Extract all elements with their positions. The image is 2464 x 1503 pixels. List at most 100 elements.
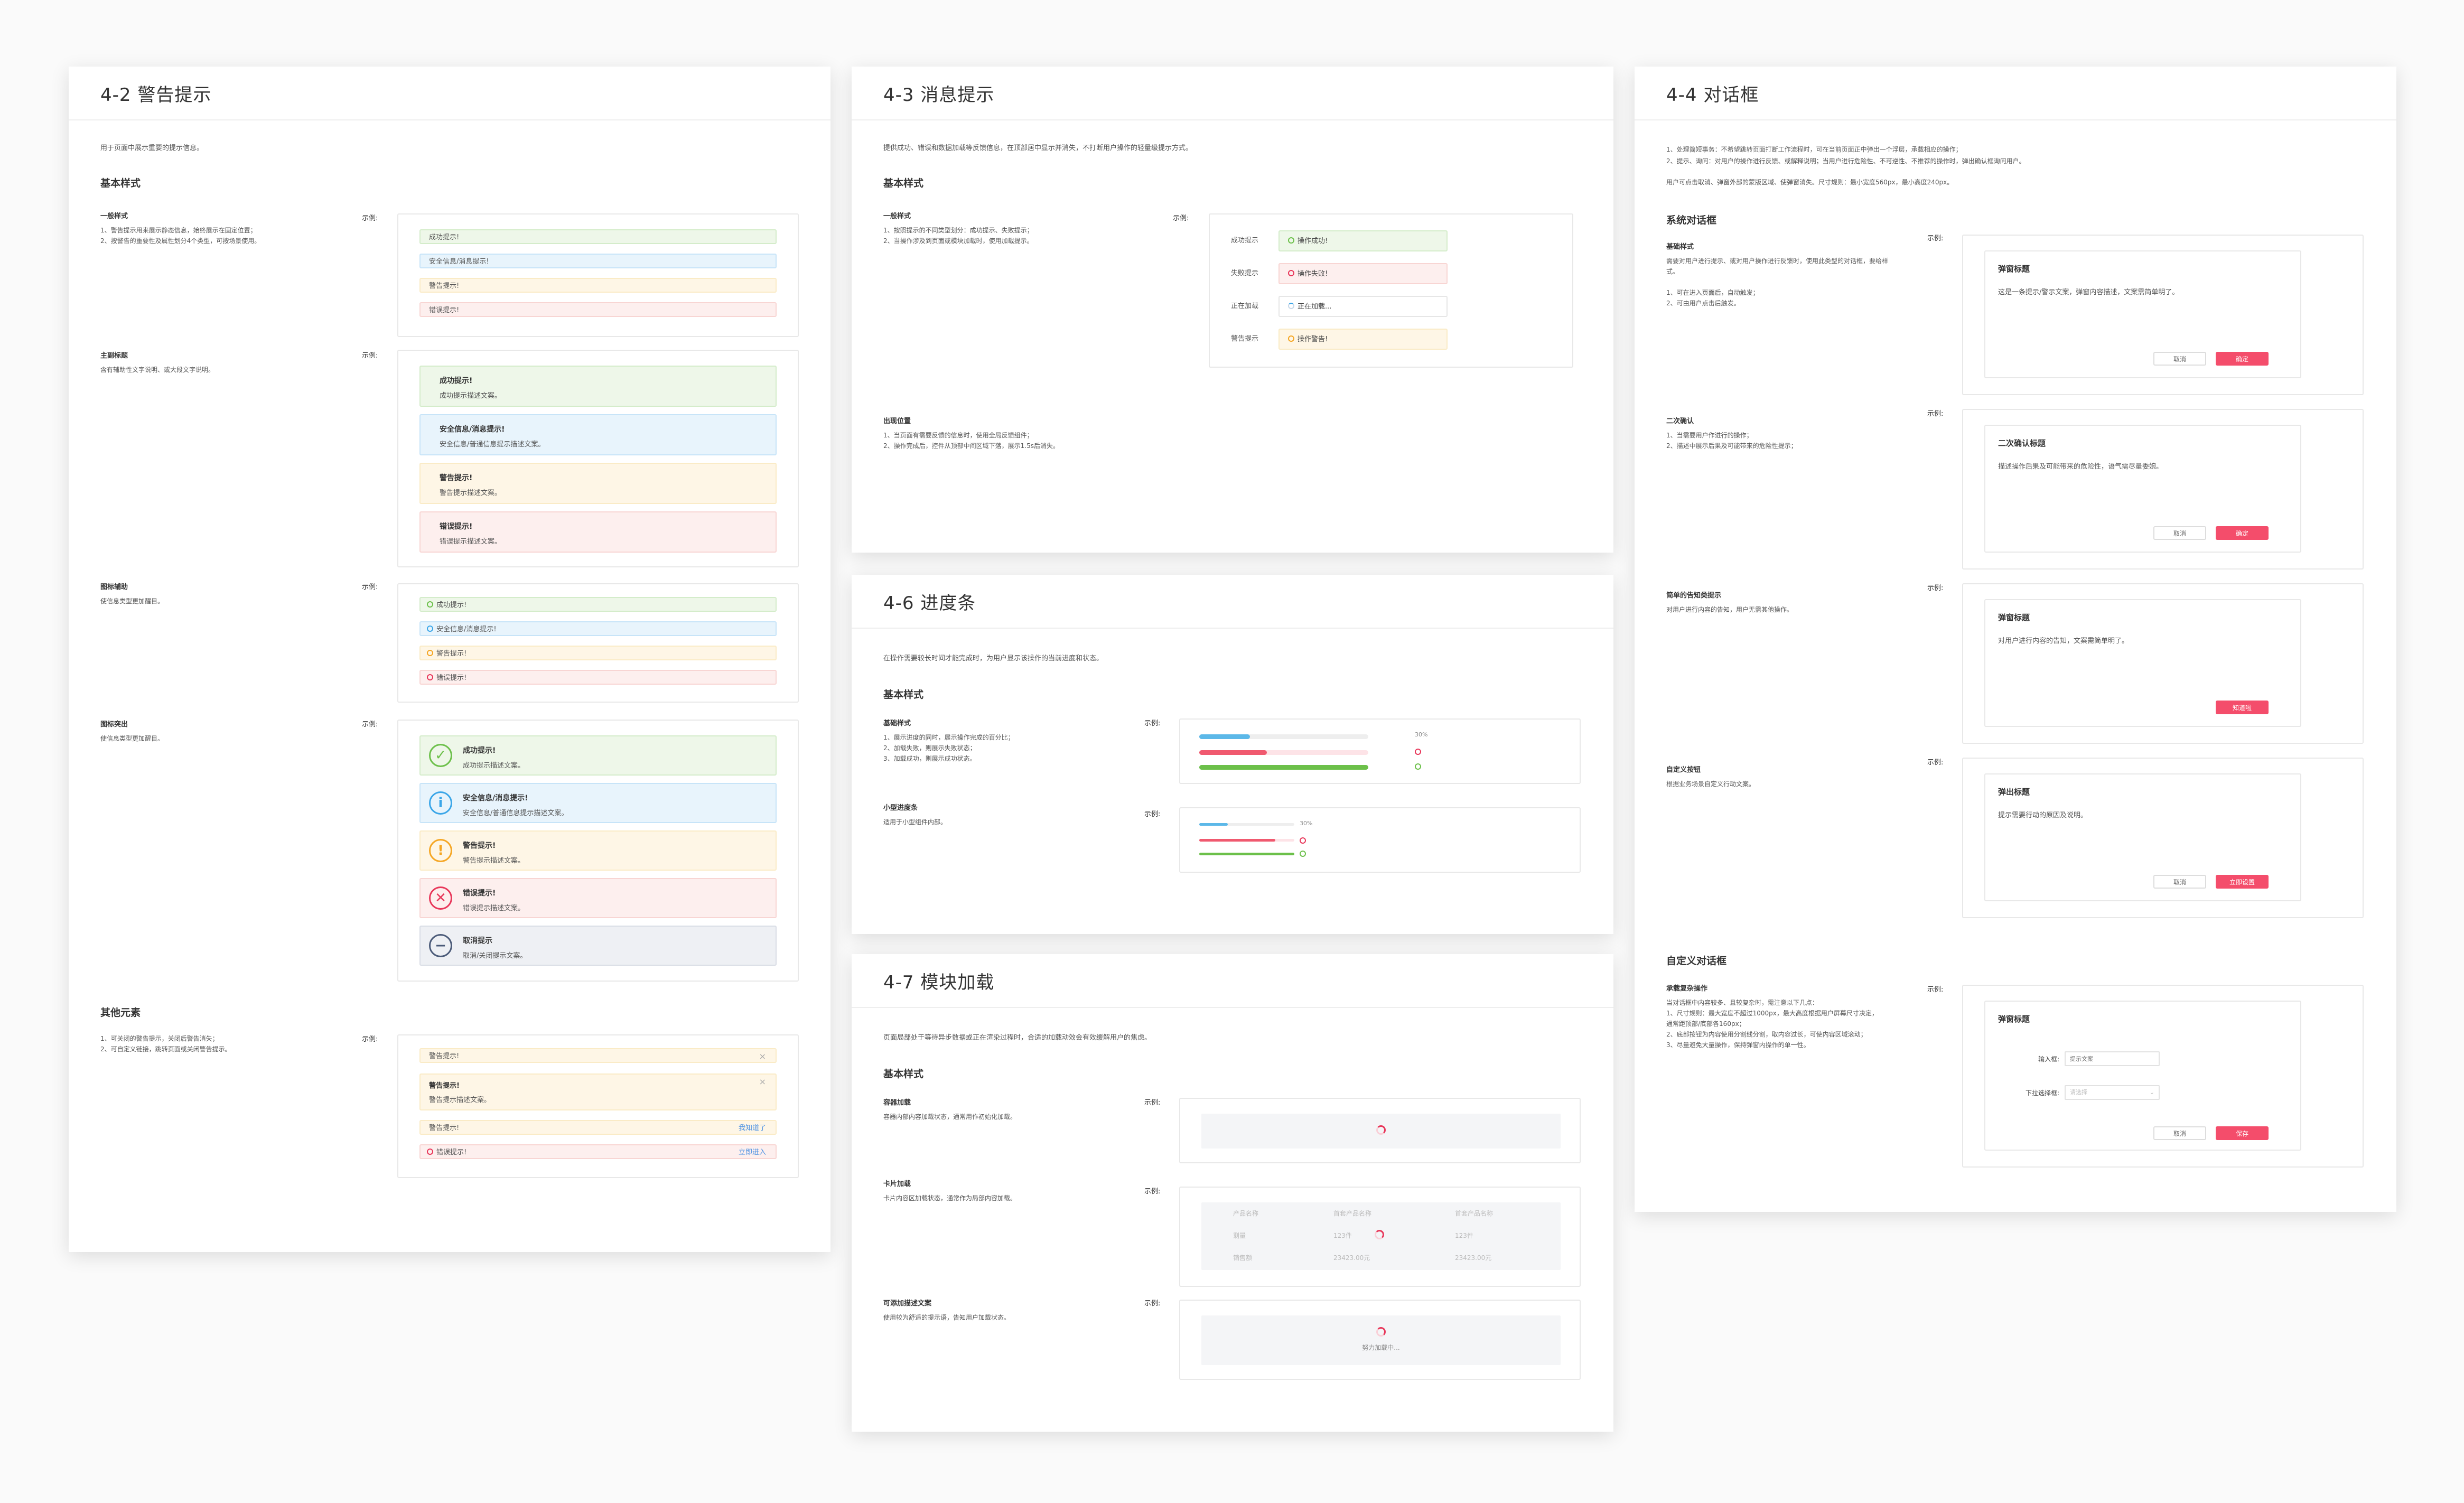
exclamation-icon: ! (429, 839, 452, 862)
spinner-icon (1376, 1125, 1386, 1135)
panel-progress: 4-6 进度条 在操作需要较长时间才能完成时，为用户显示该操作的当前进度和状态。… (852, 575, 1613, 934)
group-label: 一般样式 (100, 212, 128, 220)
dialog-title: 弹出标题 (1998, 787, 2030, 797)
group-label: 简单的告知类提示 (1666, 592, 1722, 600)
group-desc: 1、当页面有需要反馈的信息时，使用全局反馈组件； 2、操作完成后，控件从顶部中间… (883, 432, 1059, 450)
table-cell: 首套产品名称 (1333, 1210, 1372, 1217)
page-title: 4-7 模块加载 (883, 972, 995, 993)
page-title: 4-2 警告提示 (100, 85, 212, 106)
message-label: 失败提示 (1231, 269, 1259, 277)
got-it-link[interactable]: 我知道了 (739, 1121, 766, 1136)
progress-track (1199, 823, 1294, 826)
intro: 用户可点击取消、弹窗外部的蒙版区域、使弹窗消失。尺寸规则：最小宽度560px，最… (1666, 179, 1954, 186)
group-label: 图标突出 (100, 721, 128, 729)
alert-warning: ! 警告提示! 警告提示描述文案。 (419, 830, 777, 871)
progress-track (1199, 853, 1294, 855)
dialog-text: 描述操作后果及可能带来的危险性，语气需尽量委婉。 (1998, 463, 2163, 471)
alert-success: ✓ 成功提示! 成功提示描述文案。 (419, 735, 777, 776)
cancel-button[interactable]: 取消 (2153, 526, 2206, 540)
group-label: 图标辅助 (100, 583, 128, 591)
group-desc: 1、警告提示用来展示静态信息，始终展示在固定位置； 2、按警告的重要性及属性划分… (100, 227, 261, 245)
alert-cancel: − 取消提示 取消/关闭提示文案。 (419, 926, 777, 966)
dialog: 二次确认标题 描述操作后果及可能带来的危险性，语气需尽量委婉。 取消 确定 (1984, 425, 2301, 553)
field-label: 下拉选择框: (2025, 1089, 2059, 1097)
example-label: 示例: (1144, 1300, 1161, 1308)
got-it-button[interactable]: 知道啦 (2216, 701, 2269, 714)
group-desc: 含有辅助性文字说明、或大段文字说明。 (100, 366, 215, 374)
group-label: 基础样式 (1666, 243, 1694, 251)
dialog: 弹窗标题 输入框: 下拉选择框: 请选择⌄ 取消 保存 (1984, 1001, 2301, 1151)
spinner-icon (1376, 1327, 1386, 1337)
cancel-button[interactable]: 取消 (2153, 875, 2206, 889)
message-error: 操作失败! (1278, 263, 1448, 284)
page-title: 4-4 对话框 (1666, 85, 1759, 106)
cancel-button[interactable]: 取消 (2153, 1126, 2206, 1140)
divider (852, 628, 1613, 629)
warning-icon (427, 650, 433, 656)
message-label: 警告提示 (1231, 335, 1259, 343)
group-label: 主副标题 (100, 352, 128, 360)
example-box: 努力加载中... (1179, 1300, 1581, 1380)
alert-closable-desc: 警告提示! 警告提示描述文案。 × (419, 1073, 777, 1110)
progress-track (1199, 734, 1368, 739)
loading-icon (1288, 303, 1294, 309)
section-title: 基本样式 (883, 1068, 924, 1080)
cross-icon: ✕ (429, 886, 452, 910)
select-dropdown[interactable]: 请选择 ⌄ (2065, 1085, 2160, 1100)
group-desc: 使用较为舒适的提示语，告知用户加载状态。 (883, 1314, 1011, 1321)
progress-track (1199, 839, 1294, 842)
alert-success: 成功提示! (419, 229, 777, 244)
group-label: 自定义按钮 (1666, 766, 1701, 774)
alert-info: 安全信息/消息提示! (419, 621, 777, 636)
loading-text: 努力加载中... (1362, 1344, 1400, 1351)
example-box: 弹窗标题 对用户进行内容的告知，文案需简单明了。 知道啦 (1962, 583, 2364, 744)
enter-now-link[interactable]: 立即进入 (739, 1145, 766, 1160)
intro: 用于页面中展示重要的提示信息。 (100, 144, 204, 152)
close-icon[interactable]: × (759, 1049, 766, 1064)
table-cell: 剩量 (1233, 1232, 1246, 1239)
progress-fill (1199, 765, 1368, 770)
section-title: 基本样式 (883, 178, 924, 189)
close-icon[interactable]: × (759, 1077, 766, 1087)
alert-error: 错误提示! 错误提示描述文案。 (419, 511, 777, 553)
confirm-button[interactable]: 确定 (2216, 526, 2269, 540)
loading-container (1201, 1114, 1561, 1149)
spinner-icon (1375, 1230, 1384, 1239)
example-label: 示例: (1144, 1188, 1161, 1196)
error-icon (1288, 270, 1294, 276)
text-input[interactable] (2065, 1051, 2160, 1066)
group-desc: 1、按照提示的不同类型划分：成功提示、失败提示； 2、当操作涉及到页面或模块加载… (883, 227, 1033, 245)
group-desc: 卡片内容区加载状态，通常作为局部内容加载。 (883, 1194, 1017, 1202)
dialog: 弹窗标题 这是一条提示/警示文案，弹窗内容描述，文案需简单明了。 取消 确定 (1984, 250, 2301, 378)
group-label: 小型进度条 (883, 804, 918, 812)
example-box: 二次确认标题 描述操作后果及可能带来的危险性，语气需尽量委婉。 取消 确定 (1962, 409, 2364, 570)
group-desc: 1、展示进度的同时，展示操作完成的百分比； 2、加载失败，则展示失败状态； 3、… (883, 734, 1014, 762)
example-box: 成功提示 操作成功! 失败提示 操作失败! 正在加载 正在加载... 警告提示 … (1209, 213, 1573, 368)
group-label: 容器加载 (883, 1099, 911, 1107)
dialog-title: 二次确认标题 (1998, 438, 2046, 448)
intro: 提供成功、错误和数据加载等反馈信息，在顶部居中显示并消失，不打断用户操作的轻量级… (883, 144, 1193, 152)
page-title: 4-6 进度条 (883, 593, 976, 614)
table-cell: 23423.00元 (1333, 1254, 1370, 1262)
save-button[interactable]: 保存 (2216, 1126, 2269, 1140)
loading-card: 产品名称 首套产品名称 首套产品名称 剩量 123件 123件 销售额 2342… (1201, 1202, 1561, 1270)
table-cell: 123件 (1455, 1232, 1473, 1239)
cancel-button[interactable]: 取消 (2153, 352, 2206, 366)
example-label: 示例: (362, 1035, 378, 1043)
progress-track (1199, 765, 1368, 770)
section-title: 自定义对话框 (1666, 955, 1727, 967)
info-icon: i (429, 791, 452, 815)
group-desc: 使信息类型更加醒目。 (100, 598, 164, 605)
set-now-button[interactable]: 立即设置 (2216, 875, 2269, 889)
success-icon (1288, 237, 1294, 244)
group-label: 承载复杂操作 (1666, 985, 1708, 993)
error-icon (1300, 837, 1306, 844)
divider (852, 1007, 1613, 1008)
alert-warning: 警告提示! 警告提示描述文案。 (419, 463, 777, 504)
example-box: 弹窗标题 输入框: 下拉选择框: 请选择⌄ 取消 保存 (1962, 985, 2364, 1168)
panel-dialog: 4-4 对话框 1、处理简短事务：不希望跳转页面打断工作流程时，可在当前页面正中… (1635, 67, 2396, 1212)
confirm-button[interactable]: 确定 (2216, 352, 2269, 366)
divider (1635, 119, 2396, 120)
dialog-title: 弹窗标题 (1998, 1014, 2030, 1024)
alert-closable: 警告提示! × (419, 1048, 777, 1063)
